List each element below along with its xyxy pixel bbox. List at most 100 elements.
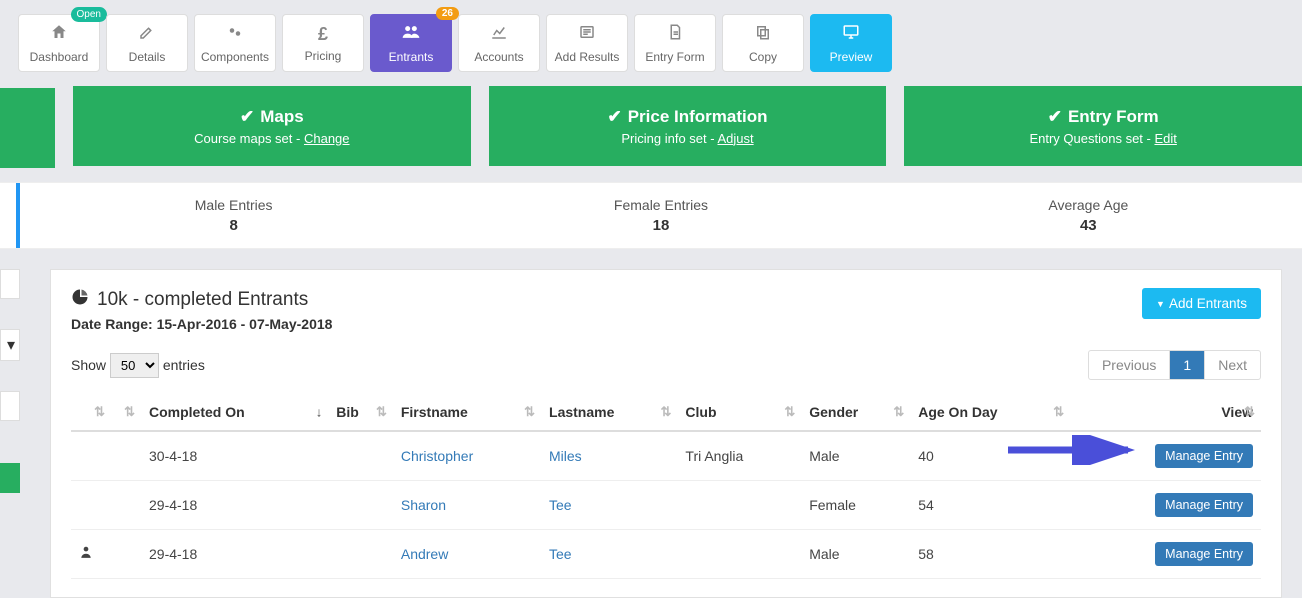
nav-label: Dashboard: [30, 50, 89, 64]
badge-count: 26: [436, 7, 459, 20]
cell-view: Manage Entry: [1070, 530, 1261, 579]
pagination: Previous 1 Next: [1088, 350, 1261, 380]
card-title: 10k - completed Entrants: [97, 289, 308, 311]
pager-page-1[interactable]: 1: [1169, 351, 1204, 379]
firstname-link[interactable]: Andrew: [401, 546, 448, 562]
page-size-select[interactable]: 50: [110, 353, 159, 378]
nav-label: Copy: [749, 50, 777, 64]
panel-title: Entry Form: [1068, 107, 1159, 127]
sort-icon: ⇅: [124, 404, 135, 420]
cell-bib: [328, 530, 393, 579]
monitor-icon: [842, 23, 860, 46]
nav-components[interactable]: Components: [194, 14, 276, 72]
manage-entry-button[interactable]: Manage Entry: [1155, 444, 1253, 468]
sort-icon: ⇅: [376, 404, 387, 420]
cell-firstname: Sharon: [393, 481, 541, 530]
cell-age: 58: [910, 530, 1070, 579]
panel-price: ✔Price Information Pricing info set - Ad…: [489, 86, 887, 166]
col-club[interactable]: Club⇅: [677, 394, 801, 431]
col-icon[interactable]: ⇅: [71, 394, 111, 431]
panel-entry-link[interactable]: Edit: [1154, 131, 1176, 146]
col-lastname[interactable]: Lastname⇅: [541, 394, 677, 431]
copy-icon: [754, 23, 772, 46]
sidebar-fragment-dropdown[interactable]: ▾: [0, 329, 20, 361]
col-spacer[interactable]: ⇅: [111, 394, 141, 431]
caret-down-icon: ▼: [1156, 299, 1165, 309]
sidebar-fragment-green[interactable]: [0, 463, 20, 493]
col-completed[interactable]: Completed On↓: [141, 394, 328, 431]
sort-icon: ⇅: [661, 404, 672, 420]
add-entrants-button[interactable]: ▼ Add Entrants: [1142, 288, 1261, 319]
col-gender[interactable]: Gender⇅: [801, 394, 910, 431]
status-panels: ✔Maps Course maps set - Change ✔Price In…: [0, 86, 1302, 168]
cell-bib: [328, 431, 393, 481]
cell-gender: Female: [801, 481, 910, 530]
stat-label: Female Entries: [447, 197, 874, 213]
firstname-link[interactable]: Sharon: [401, 497, 446, 513]
pager-previous[interactable]: Previous: [1089, 351, 1169, 379]
home-icon: [50, 23, 68, 46]
stats-left-accent: [0, 183, 20, 248]
entrants-card: 10k - completed Entrants Date Range: 15-…: [50, 269, 1282, 598]
cell-icon: [71, 530, 111, 579]
sort-icon: ⇅: [524, 404, 535, 420]
nav-entrants[interactable]: 26 Entrants: [370, 14, 452, 72]
nav-entry-form[interactable]: Entry Form: [634, 14, 716, 72]
cell-club: [677, 530, 801, 579]
panel-sub: Course maps set -: [194, 131, 304, 146]
badge-open: Open: [71, 7, 107, 22]
manage-entry-button[interactable]: Manage Entry: [1155, 493, 1253, 517]
sort-icon: ⇅: [784, 404, 795, 420]
panel-maps: ✔Maps Course maps set - Change: [73, 86, 471, 166]
nav-label: Components: [201, 50, 269, 64]
sort-icon: ⇅: [893, 404, 904, 420]
sidebar-fragment: [0, 391, 20, 421]
nav-label: Preview: [830, 50, 873, 64]
lastname-link[interactable]: Miles: [549, 448, 582, 464]
cell-completed: 29-4-18: [141, 481, 328, 530]
stat-average-age: Average Age 43: [875, 183, 1302, 248]
lastname-link[interactable]: Tee: [549, 546, 572, 562]
top-nav: Open Dashboard Details Components £ Pric…: [0, 0, 1302, 86]
lastname-link[interactable]: Tee: [549, 497, 572, 513]
panel-sub: Entry Questions set -: [1029, 131, 1154, 146]
nav-pricing[interactable]: £ Pricing: [282, 14, 364, 72]
col-age[interactable]: Age On Day⇅: [910, 394, 1070, 431]
panel-sliver-left: [0, 88, 55, 168]
manage-entry-button[interactable]: Manage Entry: [1155, 542, 1253, 566]
sort-icon: ⇅: [94, 404, 105, 420]
nav-accounts[interactable]: Accounts: [458, 14, 540, 72]
annotation-arrow-icon: [1003, 435, 1143, 465]
pound-icon: £: [318, 24, 328, 45]
nav-copy[interactable]: Copy: [722, 14, 804, 72]
stat-female: Female Entries 18: [447, 183, 874, 248]
cell-bib: [328, 481, 393, 530]
nav-label: Accounts: [474, 50, 523, 64]
panel-title: Price Information: [628, 107, 768, 127]
cell-club: Tri Anglia: [677, 431, 801, 481]
sort-icon: ⇅: [1244, 404, 1255, 420]
sidebar-fragment: [0, 269, 20, 299]
nav-preview[interactable]: Preview: [810, 14, 892, 72]
panel-maps-link[interactable]: Change: [304, 131, 350, 146]
panel-price-link[interactable]: Adjust: [717, 131, 753, 146]
check-icon: ✔: [240, 107, 254, 127]
stat-label: Average Age: [875, 197, 1302, 213]
pager-next[interactable]: Next: [1204, 351, 1260, 379]
chart-line-icon: [490, 23, 508, 46]
nav-add-results[interactable]: Add Results: [546, 14, 628, 72]
cell-lastname: Tee: [541, 530, 677, 579]
nav-label: Details: [129, 50, 166, 64]
col-view[interactable]: View⇅: [1070, 394, 1261, 431]
entrants-table: ⇅ ⇅ Completed On↓ Bib⇅ Firstname⇅ Lastna…: [71, 394, 1261, 579]
firstname-link[interactable]: Christopher: [401, 448, 473, 464]
nav-details[interactable]: Details: [106, 14, 188, 72]
stat-male: Male Entries 8: [20, 183, 447, 248]
button-label: Add Entrants: [1169, 296, 1247, 311]
nav-dashboard[interactable]: Open Dashboard: [18, 14, 100, 72]
col-firstname[interactable]: Firstname⇅: [393, 394, 541, 431]
date-range: Date Range: 15-Apr-2016 - 07-May-2018: [71, 316, 332, 332]
stats-row: Male Entries 8 Female Entries 18 Average…: [0, 182, 1302, 249]
col-bib[interactable]: Bib⇅: [328, 394, 393, 431]
show-entries-control: Show 50 entries: [71, 353, 205, 378]
